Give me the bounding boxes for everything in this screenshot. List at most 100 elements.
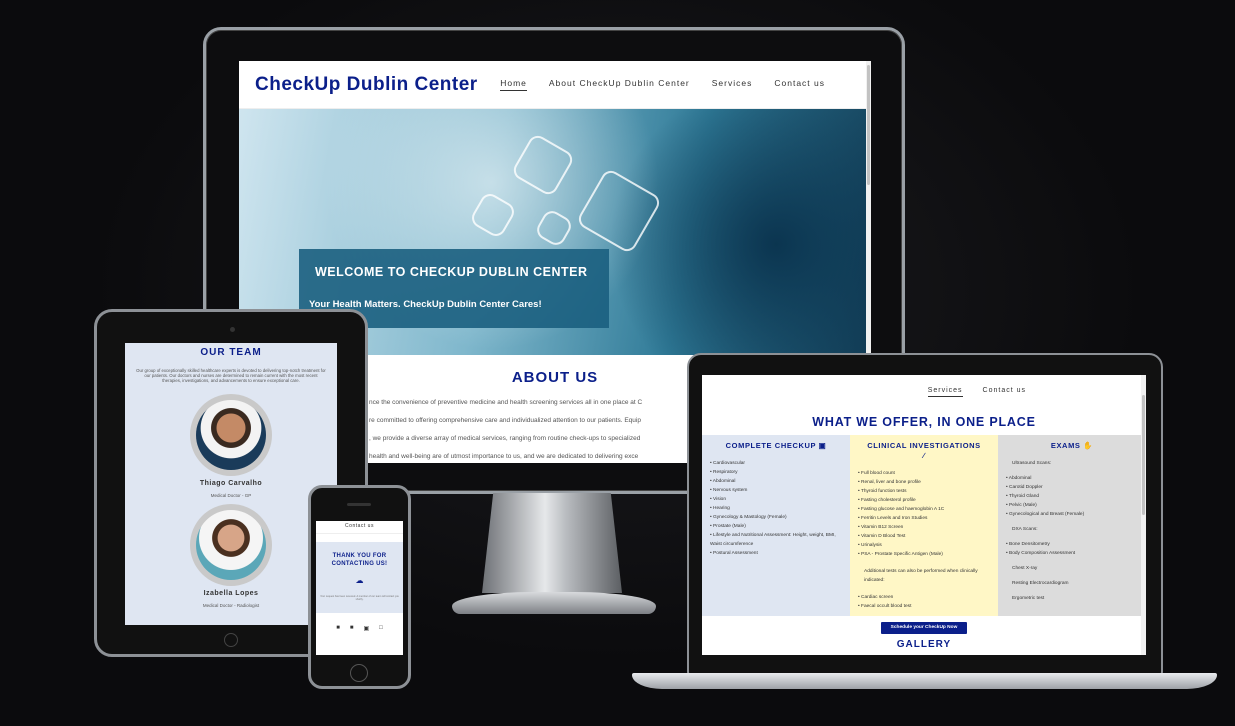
list-item: Prostate (Male) [710, 522, 842, 531]
instagram-icon[interactable]: ▣ [363, 625, 369, 632]
nav-services[interactable]: Services [927, 387, 963, 397]
clinical-note: Additional tests can also be performed w… [864, 569, 978, 583]
list-item: Pelvic (Male) [1006, 501, 1138, 510]
home-button[interactable] [224, 633, 238, 647]
monitor-stand [482, 493, 622, 593]
list-item: Abdominal [710, 477, 842, 486]
twitter-icon[interactable]: ■ [350, 625, 354, 632]
checkup-list: Cardiovascular Respiratory Abdominal Ner… [710, 459, 842, 558]
list-item: Ferritin Levels and Iron Studies [858, 514, 990, 523]
pill-icon [468, 190, 518, 240]
ultrasound-label: Ultrasound Scans: [1012, 461, 1052, 466]
phone-screen: Contact us THANK YOU FOR CONTACTING US! … [316, 521, 403, 655]
laptop: Services Contact us WHAT WE OFFER, IN ON… [687, 353, 1163, 676]
clinical-list: Full blood count Renal, liver and bone p… [858, 469, 990, 559]
hero-title: WELCOME TO CHECKUP DUBLIN CENTER [315, 265, 588, 279]
member-role: Medical Doctor - Radiologist [202, 602, 260, 608]
speaker [347, 503, 371, 506]
linkedin-icon[interactable]: □ [379, 625, 383, 632]
ultrasound-list: Abdominal Carotid Doppler Thyroid Gland … [1006, 474, 1138, 519]
list-item: Vitamin B12 Screen [858, 523, 990, 532]
member-name: Izabella Lopes [203, 589, 259, 597]
phone: Contact us THANK YOU FOR CONTACTING US! … [308, 485, 411, 689]
doctor-photo [196, 399, 266, 470]
list-item: Bone Densitometry [1006, 540, 1138, 549]
laptop-base [632, 673, 1217, 689]
list-item: Nervous system [710, 486, 842, 495]
nav-about[interactable]: About CheckUp Dublin Center [549, 78, 690, 91]
dxa-label: DXA Scans: [1012, 527, 1038, 532]
offer-title: WHAT WE OFFER, IN ONE PLACE [812, 415, 1036, 429]
services-columns: COMPLETE CHECKUP ▣ Cardiovascular Respir… [702, 435, 1146, 616]
monitor-base [452, 592, 656, 614]
list-item: Lifestyle and Nutritional Assessment: He… [710, 531, 842, 549]
list-item: Full blood count [858, 469, 990, 478]
list-item: Postural Assessment [710, 549, 842, 558]
nav-services[interactable]: Services [712, 78, 753, 91]
thank-you-title: THANK YOU FOR CONTACTING US! [331, 553, 388, 567]
hand-medical-icon: ✋ [1083, 441, 1094, 450]
home-button[interactable] [350, 664, 368, 682]
member-role: Medical Doctor - GP [210, 492, 252, 498]
nav-contact[interactable]: Contact us [774, 78, 825, 91]
list-item: Thyroid function tests [858, 487, 990, 496]
thank-you-box: THANK YOU FOR CONTACTING US! ☁ Your requ… [316, 542, 403, 614]
about-line: nce the convenience of preventive medici… [369, 399, 643, 406]
briefcase-medical-icon: ▣ [818, 441, 827, 450]
laptop-screen: Services Contact us WHAT WE OFFER, IN ON… [702, 375, 1146, 655]
scrollbar[interactable] [1141, 375, 1146, 655]
list-item: Renal, liver and bone profile [858, 478, 990, 487]
exam-item: Resting Electrocardiogram [1012, 581, 1069, 586]
clinical-extra-list: Cardiac screen Faecal occult blood test [858, 593, 990, 611]
social-links: ■ ■ ▣ □ [316, 625, 403, 632]
checkup-title: COMPLETE CHECKUP ▣ [725, 441, 827, 450]
list-item: Urinalysis [858, 541, 990, 550]
list-item: Thyroid Gland [1006, 492, 1138, 501]
cloud-upload-icon: ☁ [355, 576, 364, 585]
member-name: Thiago Carvalho [199, 479, 263, 487]
list-item: Fasting cholesterol profile [858, 496, 990, 505]
avatar [190, 393, 272, 476]
tablet-screen: OUR TEAM Our group of exceptionally skil… [125, 343, 337, 625]
navbar: CheckUp Dublin Center Home About CheckUp… [239, 61, 871, 109]
list-item: Fasting glucose and haemoglobin A 1C [858, 505, 990, 514]
list-item: Cardiac screen [858, 593, 990, 602]
about-line: health and well-being are of utmost impo… [369, 453, 639, 460]
hero-subtitle: Your Health Matters. CheckUp Dublin Cent… [309, 299, 542, 310]
avatar [190, 503, 272, 586]
thank-you-message: Your request has been received. A member… [320, 595, 399, 602]
exam-item: Ergometric test [1012, 596, 1045, 601]
nav-home[interactable]: Home [500, 78, 527, 91]
list-item: Carotid Doppler [1006, 483, 1138, 492]
list-item: Cardiovascular [710, 459, 842, 468]
list-item: Abdominal [1006, 474, 1138, 483]
list-item: Body Composition Assessment [1006, 549, 1138, 558]
clinical-investigations-column: CLINICAL INVESTIGATIONS∕ Full blood coun… [850, 435, 998, 616]
list-item: Vitamin D Blood Test [858, 532, 990, 541]
exams-column: EXAMS ✋ Ultrasound Scans: Abdominal Caro… [998, 435, 1146, 616]
brand-logo[interactable]: CheckUp Dublin Center [255, 74, 500, 96]
list-item: Gynecological and Breast (Female) [1006, 510, 1138, 519]
nav-contact[interactable]: Contact us [983, 387, 1026, 397]
syringe-icon: ∕ [923, 451, 925, 460]
camera [230, 327, 235, 332]
list-item: Vision [710, 495, 842, 504]
complete-checkup-column: COMPLETE CHECKUP ▣ Cardiovascular Respir… [702, 435, 850, 616]
doctor-photo [196, 509, 266, 580]
gallery-title: GALLERY [896, 639, 952, 650]
laptop-nav: Services Contact us [702, 375, 1146, 397]
nav-menu: Home About CheckUp Dublin Center Service… [500, 78, 825, 91]
team-title: OUR TEAM [200, 347, 262, 358]
list-item: PSA - Prostate Specific Antigen (Male) [858, 550, 990, 559]
team-text: Our group of exceptionally skilled healt… [136, 368, 326, 384]
list-item: Gynecology & Mastology (Female) [710, 513, 842, 522]
exams-title: EXAMS ✋ [1050, 441, 1094, 450]
medical-cross-icon [575, 167, 663, 255]
facebook-icon[interactable]: ■ [336, 625, 340, 632]
nav-contact[interactable]: Contact us [316, 523, 403, 534]
exam-item: Chest X-ray [1012, 566, 1038, 571]
list-item: Respiratory [710, 468, 842, 477]
dxa-list: Bone Densitometry Body Composition Asses… [1006, 540, 1138, 558]
hexagon-icon [533, 207, 575, 249]
schedule-checkup-button[interactable]: Schedule your CheckUp Now [881, 622, 967, 634]
